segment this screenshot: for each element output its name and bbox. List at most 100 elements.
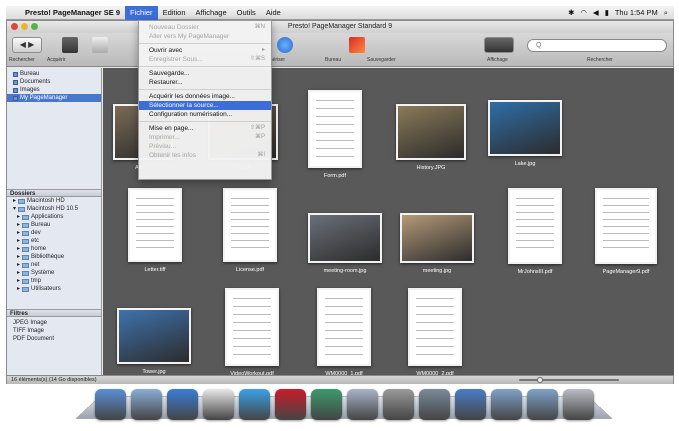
folder-item[interactable]: ▸ dev <box>7 229 101 237</box>
menu-edition[interactable]: Edition <box>158 6 191 20</box>
thumbnail-item[interactable]: Letter.tiff <box>128 188 182 276</box>
text-line <box>603 198 649 199</box>
folder-item[interactable]: ▸ Bureau <box>7 221 101 229</box>
thumbnail-item[interactable]: PageManager9.pdf <box>595 188 657 278</box>
text-line <box>231 212 269 213</box>
thumbnail-item[interactable]: meeting-room.jpg <box>308 213 382 277</box>
battery-icon[interactable]: ▮ <box>605 8 609 17</box>
thumbnail-item[interactable]: WM0000_2.pdf <box>408 288 462 375</box>
thumbnail-item[interactable]: VideoWorkout.pdf <box>225 288 279 375</box>
sidebar-item-bureau[interactable]: Bureau <box>7 70 101 78</box>
thumbnail-item[interactable]: Lake.jpg <box>488 100 562 170</box>
timemachine-icon[interactable] <box>311 389 342 420</box>
thumbnail-item[interactable]: Form.pdf <box>308 90 362 182</box>
thumbnail-item[interactable]: MrJohnsIII.pdf <box>508 188 562 278</box>
images-icon <box>13 87 18 93</box>
zoom-slider[interactable] <box>519 377 619 383</box>
folder-item[interactable]: ▸ Applications <box>7 213 101 221</box>
folder-item[interactable]: ▸ home <box>7 245 101 253</box>
printer-icon[interactable] <box>92 37 108 53</box>
bluetooth-icon[interactable]: ✱ <box>568 8 574 17</box>
thumbnail-item[interactable]: History.JPG <box>396 104 466 174</box>
photobooth-icon[interactable] <box>275 389 306 420</box>
menu-item[interactable]: Restaurer... <box>139 78 271 87</box>
share-icon[interactable] <box>277 37 293 53</box>
thumbnail-item[interactable]: meeting.jpg <box>400 213 474 277</box>
filter-item[interactable]: TIFF Image <box>7 327 101 335</box>
menu-item[interactable]: Mise en page... ⇧⌘P <box>139 124 271 133</box>
preview-icon[interactable] <box>131 389 162 420</box>
filter-item[interactable]: PDF Document <box>7 335 101 343</box>
ical-icon[interactable] <box>203 389 234 420</box>
folder-item[interactable]: ▾ Macintosh HD 10.5 <box>7 205 101 213</box>
documents-folder-icon[interactable] <box>527 389 558 420</box>
zoom-slider-thumb[interactable] <box>537 377 543 383</box>
trash-icon[interactable] <box>563 389 594 420</box>
text-line <box>316 100 354 101</box>
finder-icon[interactable] <box>95 389 126 420</box>
app-menu[interactable]: Presto! PageManager SE 9 <box>20 6 125 20</box>
wifi-icon[interactable]: ◠ <box>580 8 587 17</box>
preview2-icon[interactable] <box>347 389 378 420</box>
folder-icon <box>22 286 30 292</box>
menu-aide[interactable]: Aide <box>261 6 286 20</box>
close-button[interactable] <box>11 23 18 30</box>
systemprefs-icon[interactable] <box>383 389 414 420</box>
menu-item[interactable]: Sauvegarde... <box>139 69 271 78</box>
text-line <box>416 346 454 347</box>
text-line <box>316 156 354 157</box>
spotlight-icon[interactable]: ⌕ <box>664 8 668 18</box>
view-mode-toggle[interactable] <box>484 37 514 53</box>
clock[interactable]: Thu 1:54 PM <box>615 8 658 17</box>
text-line <box>516 240 554 241</box>
text-line <box>136 205 174 206</box>
folder-item[interactable]: ▸ net <box>7 261 101 269</box>
sidebar-item-my-pagemanager[interactable]: My PageManager <box>7 94 101 102</box>
folder-icon <box>22 278 30 284</box>
applications-folder-icon[interactable] <box>491 389 522 420</box>
menubar-extras: ✱ ◠ ◀ ▮ Thu 1:54 PM ⌕ <box>568 8 674 18</box>
itunes-icon[interactable] <box>239 389 270 420</box>
title-bar[interactable]: Presto! PageManager Standard 9 <box>7 21 673 33</box>
text-line <box>231 226 269 227</box>
menu-outils[interactable]: Outils <box>232 6 261 20</box>
menu-item[interactable]: Acquérir les données image... <box>139 92 271 101</box>
window-controls <box>11 23 38 30</box>
menu-item[interactable]: Ouvrir avec ▸ <box>139 46 271 55</box>
thumbnail-caption: Letter.tiff <box>144 267 166 273</box>
folder-item[interactable]: ▸ Utilisateurs <box>7 285 101 293</box>
text-line <box>516 205 554 206</box>
menu-fichier[interactable]: Fichier <box>125 5 158 20</box>
acquire-icon[interactable] <box>349 37 365 53</box>
volume-icon[interactable]: ◀ <box>593 8 599 17</box>
search-input[interactable]: Q <box>527 39 667 52</box>
folder-item[interactable]: ▸ etc <box>7 237 101 245</box>
pagemanager-icon <box>13 95 18 101</box>
text-line <box>325 298 363 299</box>
scanner-icon[interactable] <box>62 37 78 53</box>
iphoto-icon[interactable] <box>419 389 450 420</box>
text-line <box>233 322 271 323</box>
folder-item[interactable]: ▸ Système <box>7 269 101 277</box>
folder-item[interactable]: ▸ Bibliothèque <box>7 253 101 261</box>
sidebar-item-images[interactable]: Images <box>7 86 101 94</box>
toolbar-label-1: Rechercher <box>9 57 35 63</box>
filter-item[interactable]: JPEG Image <box>7 319 101 327</box>
safari-icon[interactable] <box>167 389 198 420</box>
text-line <box>325 322 363 323</box>
menu-affichage[interactable]: Affichage <box>191 6 232 20</box>
document-thumbnail <box>225 288 279 366</box>
menu-item[interactable]: Configuration numérisation... <box>139 110 271 119</box>
thumbnail-item[interactable]: Tower.jpg <box>117 308 191 375</box>
finder-folder-icon[interactable] <box>455 389 486 420</box>
folder-item[interactable]: ▸ Macintosh HD <box>7 197 101 205</box>
thumbnail-item[interactable]: WM0000_1.pdf <box>317 288 371 375</box>
folder-item[interactable]: ▸ tmp <box>7 277 101 285</box>
back-forward-button[interactable]: ◀ ▶ <box>12 37 42 53</box>
thumbnail-item[interactable]: License.pdf <box>223 188 277 276</box>
zoom-button[interactable] <box>31 23 38 30</box>
minimize-button[interactable] <box>21 23 28 30</box>
menu-item[interactable]: Sélectionner la source... <box>139 101 271 110</box>
sidebar-item-documents[interactable]: Documents <box>7 78 101 86</box>
text-line <box>316 108 354 109</box>
